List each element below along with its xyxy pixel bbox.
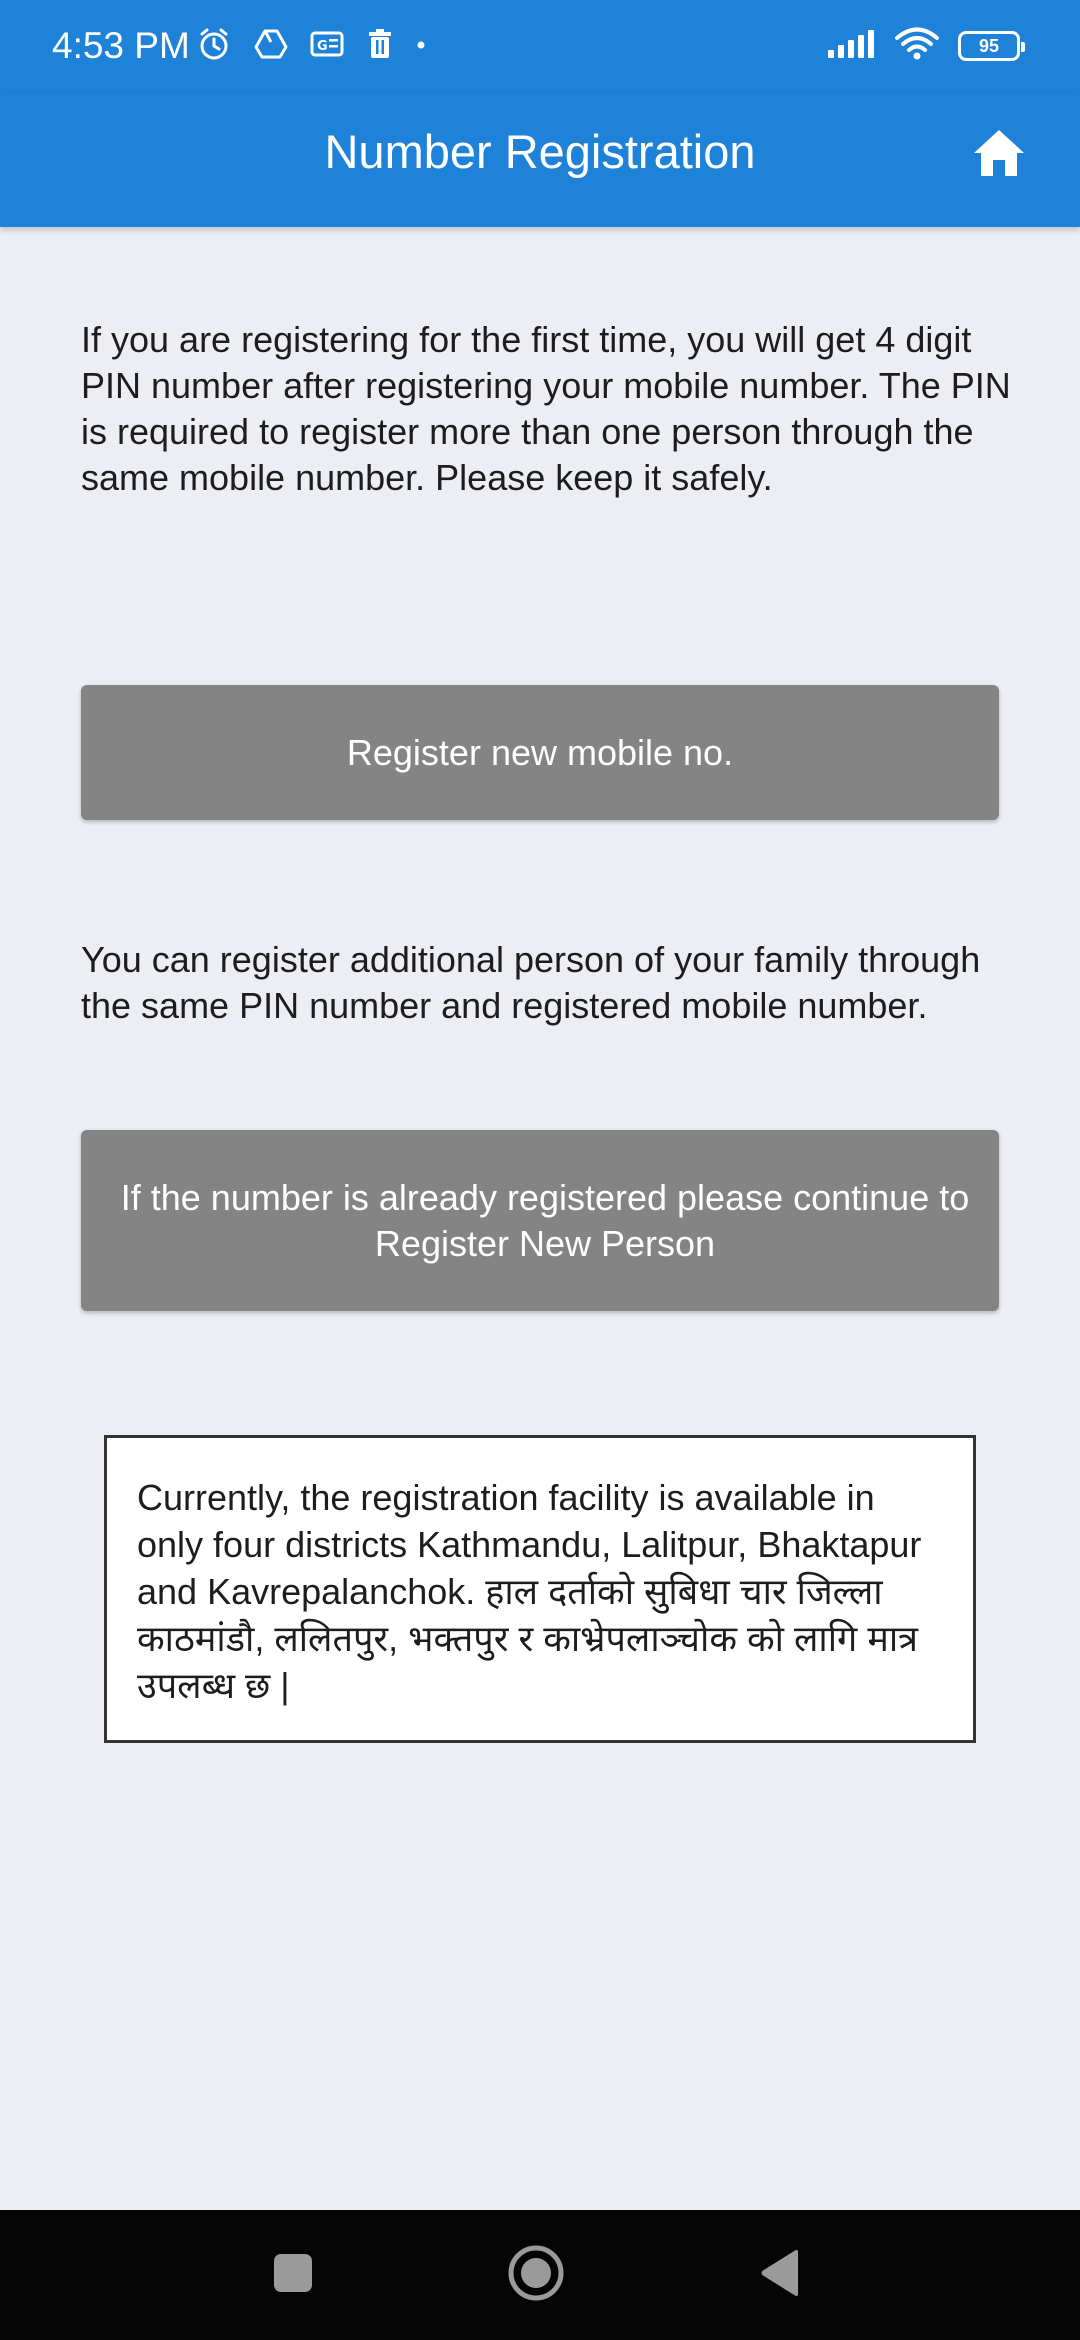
page-title: Number Registration	[324, 125, 756, 178]
back-icon	[758, 2248, 802, 2303]
home-circle-icon	[506, 2243, 566, 2308]
svg-text:G: G	[317, 39, 328, 54]
home-icon	[971, 127, 1027, 184]
notice-box: Currently, the registration facility is …	[104, 1435, 976, 1743]
register-mobile-button[interactable]: Register new mobile no.	[81, 685, 999, 820]
intro-text: If you are registering for the first tim…	[81, 319, 1011, 498]
notice-text: Currently, the registration facility is …	[137, 1477, 922, 1706]
home-button[interactable]	[968, 124, 1030, 186]
alarm-icon	[196, 26, 232, 67]
status-icons-left: G	[196, 26, 426, 66]
home-nav-button[interactable]	[471, 2210, 601, 2340]
register-new-person-button[interactable]: If the number is already registered plea…	[81, 1130, 999, 1311]
battery-icon: 95	[958, 31, 1025, 61]
status-bar: 4:53 PM G 95	[0, 0, 1080, 94]
additional-person-text: You can register additional person of yo…	[81, 939, 981, 1026]
status-icons-right: 95	[826, 26, 1025, 66]
trash-icon	[366, 28, 394, 65]
system-nav-bar	[0, 2210, 1080, 2340]
back-button[interactable]	[715, 2210, 845, 2340]
signal-icon	[826, 28, 876, 65]
app-bar: Number Registration	[0, 94, 1080, 227]
recents-button[interactable]	[228, 2210, 358, 2340]
register-new-person-label: If the number is already registered plea…	[120, 1176, 970, 1264]
drive-icon	[254, 28, 288, 65]
dot-icon	[416, 37, 426, 55]
battery-level: 95	[978, 36, 1000, 56]
status-time: 4:53 PM	[52, 25, 190, 66]
register-mobile-label: Register new mobile no.	[346, 731, 734, 773]
wifi-icon	[894, 27, 940, 66]
card-icon: G	[310, 30, 344, 63]
recents-icon	[272, 2252, 314, 2299]
